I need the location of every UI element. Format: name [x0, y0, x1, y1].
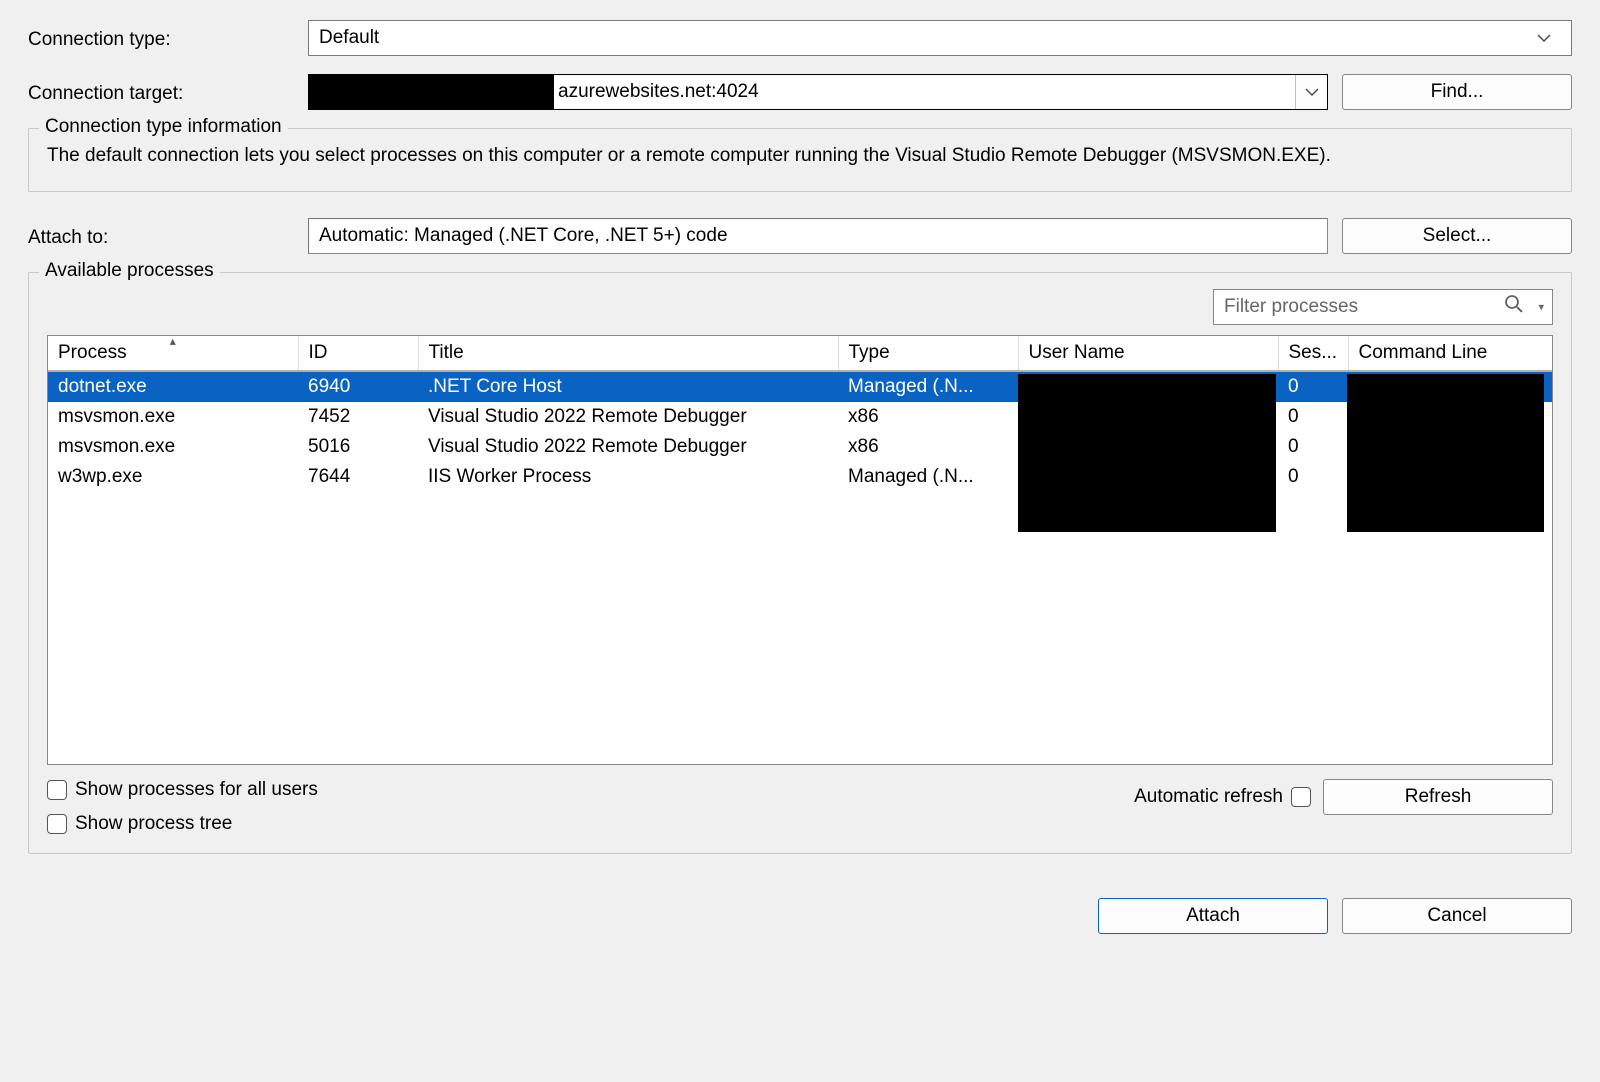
redacted-block: [1347, 374, 1544, 532]
redacted-block: [309, 75, 554, 109]
available-processes-group: Available processes Filter processes ▾: [28, 272, 1572, 854]
table-row[interactable]: msvsmon.exe5016Visual Studio 2022 Remote…: [48, 432, 1553, 462]
col-user[interactable]: User Name: [1018, 336, 1278, 371]
attach-to-label: Attach to:: [28, 223, 308, 249]
chevron-down-icon[interactable]: ▾: [1538, 300, 1544, 313]
connection-target-combo[interactable]: azurewebsites.net:4024: [308, 74, 1328, 110]
show-all-users-checkbox[interactable]: Show processes for all users: [47, 779, 318, 801]
find-button[interactable]: Find...: [1342, 74, 1572, 110]
checkbox-icon: [47, 814, 67, 834]
connection-type-info-text: The default connection lets you select p…: [47, 143, 1553, 169]
connection-type-row: Connection type: Default: [28, 20, 1572, 56]
checkbox-icon: [47, 780, 67, 800]
table-row[interactable]: dotnet.exe6940.NET Core HostManaged (.N.…: [48, 371, 1553, 402]
attach-to-value: Automatic: Managed (.NET Core, .NET 5+) …: [319, 225, 728, 247]
available-processes-legend: Available processes: [39, 260, 220, 282]
table-row[interactable]: w3wp.exe7644IIS Worker ProcessManaged (.…: [48, 462, 1553, 492]
connection-type-info-legend: Connection type information: [39, 116, 288, 138]
filter-placeholder: Filter processes: [1224, 296, 1358, 318]
col-title[interactable]: Title: [418, 336, 838, 371]
redacted-block: [1018, 374, 1276, 532]
table-header-row[interactable]: ▴ Process ID Title Type User Name Ses...…: [48, 336, 1553, 371]
connection-type-label: Connection type:: [28, 25, 308, 51]
connection-target-value: azurewebsites.net:4024: [554, 81, 759, 103]
dialog-buttons: Attach Cancel: [28, 898, 1572, 934]
connection-target-row: Connection target: azurewebsites.net:402…: [28, 74, 1572, 110]
connection-type-combo[interactable]: Default: [308, 20, 1572, 56]
col-process[interactable]: ▴ Process: [48, 336, 298, 371]
connection-target-label: Connection target:: [28, 79, 308, 105]
attach-to-row: Attach to: Automatic: Managed (.NET Core…: [28, 218, 1572, 254]
sort-asc-icon: ▴: [170, 336, 176, 348]
search-icon: [1504, 294, 1524, 320]
attach-to-process-dialog: Connection type: Default Connection targ…: [0, 0, 1600, 962]
select-button[interactable]: Select...: [1342, 218, 1572, 254]
attach-button[interactable]: Attach: [1098, 898, 1328, 934]
checkbox-icon: [1291, 787, 1311, 807]
col-type[interactable]: Type: [838, 336, 1018, 371]
col-cmd[interactable]: Command Line: [1348, 336, 1553, 371]
col-id[interactable]: ID: [298, 336, 418, 371]
automatic-refresh-checkbox[interactable]: Automatic refresh: [1134, 786, 1311, 808]
attach-to-field[interactable]: Automatic: Managed (.NET Core, .NET 5+) …: [308, 218, 1328, 254]
chevron-down-icon[interactable]: [1295, 75, 1327, 109]
table-row[interactable]: msvsmon.exe7452Visual Studio 2022 Remote…: [48, 402, 1553, 432]
refresh-button[interactable]: Refresh: [1323, 779, 1553, 815]
show-process-tree-checkbox[interactable]: Show process tree: [47, 813, 318, 835]
process-table[interactable]: ▴ Process ID Title Type User Name Ses...…: [47, 335, 1553, 765]
col-session[interactable]: Ses...: [1278, 336, 1348, 371]
connection-type-info-group: Connection type information The default …: [28, 128, 1572, 192]
cancel-button[interactable]: Cancel: [1342, 898, 1572, 934]
filter-processes-input[interactable]: Filter processes ▾: [1213, 289, 1553, 325]
connection-type-value: Default: [319, 27, 379, 49]
